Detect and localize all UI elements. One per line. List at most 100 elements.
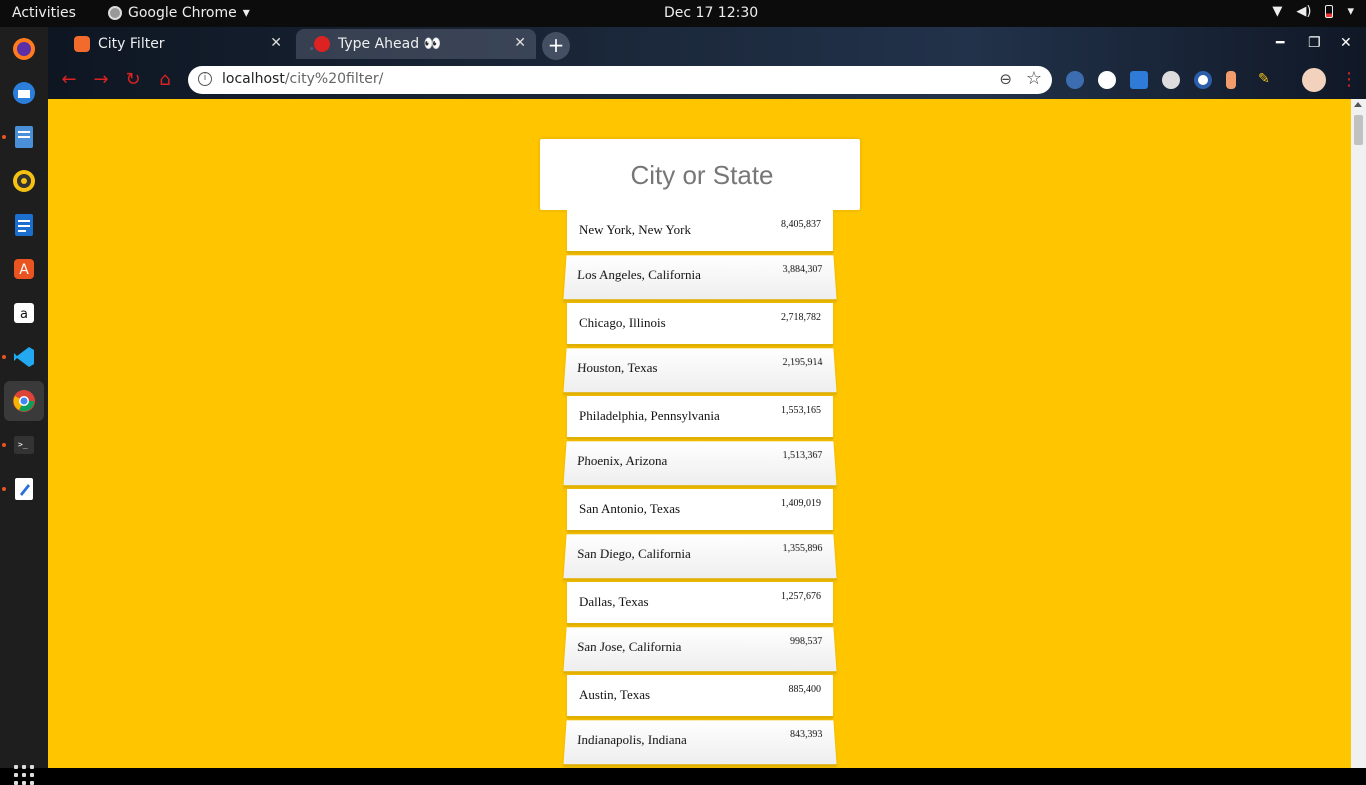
svg-text:a: a	[20, 307, 28, 322]
close-window-icon[interactable]: ✕	[1340, 35, 1352, 51]
city-state-name: Austin, Texas	[579, 687, 651, 702]
firefox-icon[interactable]	[8, 33, 40, 65]
battery-icon	[1325, 5, 1334, 18]
city-state-name: Los Angeles, California	[576, 267, 701, 283]
site-info-icon[interactable]: i	[198, 72, 212, 86]
svg-text:A: A	[19, 262, 29, 278]
chrome-icon[interactable]	[4, 381, 44, 421]
tab-city-filter[interactable]: City Filter ✕	[56, 29, 292, 59]
population-value: 885,400	[788, 684, 822, 695]
reload-icon[interactable]: ↻	[122, 69, 144, 91]
address-bar[interactable]: i localhost/city%20filter/ ⊖ ☆	[188, 66, 1052, 94]
react-devtools-icon[interactable]	[1066, 71, 1084, 89]
population-value: 1,257,676	[781, 591, 821, 602]
city-state-name: Houston, Texas	[576, 360, 658, 376]
running-indicator	[2, 487, 6, 491]
city-state-name: Phoenix, Arizona	[576, 453, 668, 469]
population-value: 1,553,165	[781, 405, 821, 416]
list-item: Phoenix, Arizona 1,513,367	[563, 441, 837, 488]
system-tray[interactable]: ▼ ◀) ▾	[1272, 4, 1354, 19]
population-value: 1,409,019	[781, 498, 821, 509]
city-state-name: New York, New York	[579, 222, 691, 237]
extension-icon[interactable]	[1130, 71, 1148, 89]
population-value: 1,355,896	[782, 543, 823, 555]
search-input[interactable]	[548, 147, 856, 204]
city-state-name: Chicago, Illinois	[579, 315, 666, 330]
vertical-scrollbar[interactable]	[1351, 99, 1366, 768]
city-state-name: Indianapolis, Indiana	[576, 732, 687, 748]
chrome-menu-icon[interactable]: ⋮	[1338, 69, 1360, 91]
forward-icon[interactable]: →	[90, 69, 112, 91]
bookmark-star-icon[interactable]: ☆	[1026, 68, 1042, 89]
population-value: 2,718,782	[781, 312, 821, 323]
vscode-icon[interactable]	[8, 341, 40, 373]
population-value: 2,195,914	[782, 357, 823, 369]
city-state-name: San Jose, California	[576, 639, 682, 655]
terminal-icon[interactable]: >_	[8, 429, 40, 461]
extension-icon[interactable]	[1162, 71, 1180, 89]
scrollbar-thumb[interactable]	[1354, 115, 1363, 145]
files-icon[interactable]	[8, 121, 40, 153]
maximize-icon[interactable]: ❐	[1308, 35, 1321, 51]
running-indicator	[2, 135, 6, 139]
software-center-icon[interactable]: A	[8, 253, 40, 285]
home-icon[interactable]: ⌂	[154, 69, 176, 91]
show-applications-icon[interactable]	[14, 765, 34, 785]
url-host: localhost	[222, 71, 285, 87]
clock[interactable]: Dec 17 12:30	[664, 5, 758, 21]
running-indicator	[2, 355, 6, 359]
tab-title: Type Ahead 👀	[338, 36, 442, 52]
writer-icon[interactable]	[8, 209, 40, 241]
type-ahead-favicon-icon	[314, 36, 330, 52]
city-state-name: Philadelphia, Pennsylvania	[579, 408, 720, 423]
url-text[interactable]: localhost/city%20filter/	[222, 71, 383, 87]
list-item: Chicago, Illinois 2,718,782	[567, 303, 833, 346]
toolbar: ← → ↻ ⌂ i localhost/city%20filter/ ⊖ ☆ ✎…	[48, 63, 1366, 99]
svg-text:>_: >_	[18, 440, 28, 449]
suggestions-list: New York, New York 8,405,837 Los Angeles, …	[563, 210, 837, 768]
list-item: New York, New York 8,405,837	[567, 210, 833, 253]
profile-avatar[interactable]	[1302, 68, 1326, 92]
list-item: Philadelphia, Pennsylvania 1,553,165	[567, 396, 833, 439]
population-value: 3,884,307	[782, 264, 823, 276]
tab-title: City Filter	[98, 36, 165, 52]
zoom-icon[interactable]: ⊖	[999, 70, 1012, 88]
minimize-icon[interactable]: ━	[1276, 35, 1284, 51]
tab-type-ahead[interactable]: Type Ahead 👀 ✕	[296, 29, 536, 59]
volume-icon: ◀)	[1296, 4, 1312, 19]
new-tab-button[interactable]: +	[542, 32, 570, 60]
running-indicator	[2, 443, 6, 447]
list-item: Indianapolis, Indiana 843,393	[563, 720, 837, 767]
search-form	[540, 139, 860, 210]
system-top-bar: Activities Google Chrome ▾ Dec 17 12:30 …	[0, 0, 1366, 27]
list-item: San Antonio, Texas 1,409,019	[567, 489, 833, 532]
chevron-down-icon: ▾	[242, 5, 250, 21]
thunderbird-icon[interactable]	[8, 77, 40, 109]
back-icon[interactable]: ←	[58, 69, 80, 91]
city-state-name: Dallas, Texas	[579, 594, 649, 609]
population-value: 8,405,837	[781, 219, 821, 230]
xampp-favicon-icon	[74, 36, 90, 52]
amazon-icon[interactable]: a	[8, 297, 40, 329]
list-item: Houston, Texas 2,195,914	[563, 348, 837, 395]
activities-button[interactable]: Activities	[12, 5, 76, 21]
dock: A a >_	[0, 27, 48, 785]
population-value: 998,537	[789, 636, 823, 648]
population-value: 1,513,367	[782, 450, 823, 462]
pencil-extension-icon[interactable]: ✎	[1258, 71, 1276, 89]
close-tab-icon[interactable]: ✕	[514, 35, 526, 51]
text-editor-icon[interactable]	[8, 473, 40, 505]
rhythmbox-icon[interactable]	[8, 165, 40, 197]
page-content: New York, New York 8,405,837 Los Angeles, …	[48, 99, 1351, 768]
app-menu-label: Google Chrome	[128, 5, 237, 21]
redux-devtools-icon[interactable]	[1098, 71, 1116, 89]
app-menu[interactable]: Google Chrome ▾	[108, 5, 250, 21]
extension-icon[interactable]	[1226, 71, 1236, 89]
url-path: /city%20filter/	[284, 71, 384, 87]
list-item: San Diego, California 1,355,896	[563, 534, 837, 581]
scroll-up-arrow-icon[interactable]	[1354, 102, 1362, 107]
extension-icon[interactable]	[1194, 71, 1212, 89]
city-state-name: San Antonio, Texas	[579, 501, 681, 516]
list-item: Dallas, Texas 1,257,676	[567, 582, 833, 625]
close-tab-icon[interactable]: ✕	[270, 35, 282, 51]
